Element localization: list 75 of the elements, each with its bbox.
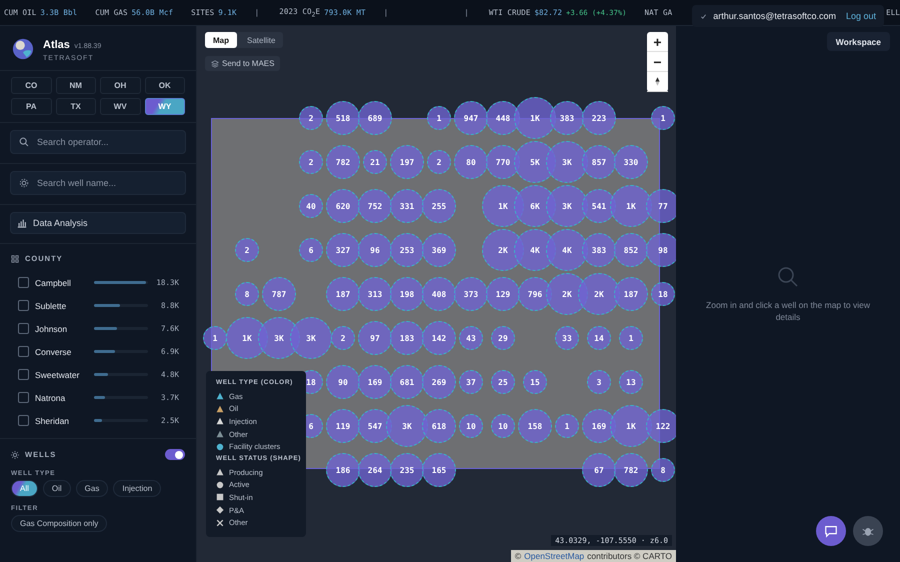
chat-icon bbox=[824, 524, 838, 538]
state-button[interactable]: NM bbox=[56, 77, 96, 94]
state-button[interactable]: WY bbox=[144, 98, 185, 115]
workspace-button[interactable]: Workspace bbox=[826, 32, 890, 51]
toggle-switch[interactable] bbox=[165, 449, 185, 460]
compass-icon bbox=[654, 76, 661, 87]
checkbox[interactable] bbox=[18, 346, 29, 357]
user-email: arthur.santos@tetrasoftco.com bbox=[713, 11, 836, 21]
globe-logo-icon bbox=[12, 38, 34, 60]
layers-icon bbox=[211, 60, 219, 68]
search-icon bbox=[776, 265, 800, 289]
cluster-marker[interactable]: 235 bbox=[390, 453, 424, 487]
cluster-marker[interactable]: 782 bbox=[614, 453, 648, 487]
well-type-chip[interactable]: Gas bbox=[76, 480, 108, 497]
grid-icon bbox=[11, 254, 19, 262]
search-icon bbox=[19, 137, 29, 147]
well-type-chip[interactable]: All bbox=[11, 480, 38, 497]
attribution-link[interactable]: OpenStreetMap bbox=[524, 551, 584, 561]
cluster-marker[interactable]: 1 bbox=[651, 106, 675, 130]
state-button[interactable]: OH bbox=[100, 77, 140, 94]
cluster-marker[interactable]: 165 bbox=[422, 453, 456, 487]
county-name: Sweetwater bbox=[35, 370, 80, 380]
cluster-marker[interactable]: 223 bbox=[582, 101, 616, 135]
sun-icon bbox=[11, 450, 19, 458]
cluster-marker[interactable]: 186 bbox=[326, 453, 360, 487]
state-button[interactable]: WV bbox=[100, 98, 140, 115]
county-name: Johnson bbox=[35, 324, 68, 334]
target-icon bbox=[19, 178, 29, 188]
checkbox[interactable] bbox=[18, 323, 29, 334]
checkbox[interactable] bbox=[18, 300, 29, 311]
search-field[interactable]: Search well name... bbox=[10, 171, 186, 195]
check-icon bbox=[700, 12, 708, 20]
checkbox[interactable] bbox=[18, 392, 29, 403]
map-type-tab[interactable]: Map bbox=[205, 32, 237, 48]
state-button[interactable]: CO bbox=[11, 77, 52, 94]
cluster-marker[interactable]: 2 bbox=[299, 106, 323, 130]
map-type-tab[interactable]: Satellite bbox=[239, 32, 284, 48]
attribution-text: contributors © CARTO bbox=[587, 551, 672, 561]
county-name: Sublette bbox=[35, 300, 68, 310]
county-name: Sheridan bbox=[35, 416, 70, 426]
cluster-marker[interactable]: 18 bbox=[651, 282, 675, 306]
data-analysis-button[interactable]: Data Analysis bbox=[10, 212, 186, 234]
county-name: Converse bbox=[35, 346, 72, 356]
app-name: Atlas bbox=[43, 39, 70, 51]
cluster-marker[interactable]: 689 bbox=[358, 101, 392, 135]
map[interactable] bbox=[197, 26, 676, 562]
county-name: Natrona bbox=[35, 392, 66, 402]
cluster-marker[interactable]: 1 bbox=[203, 326, 227, 350]
zoom-in-button[interactable]: + bbox=[647, 32, 668, 52]
checkbox[interactable] bbox=[18, 369, 29, 380]
state-button[interactable]: PA bbox=[11, 98, 52, 115]
well-type-chip[interactable]: Injection bbox=[113, 480, 162, 497]
empty-state-text: Zoom in and click a well on the map to view details bbox=[705, 299, 871, 323]
cluster-marker[interactable]: 518 bbox=[326, 101, 360, 135]
logout-link[interactable]: Log out bbox=[846, 11, 876, 21]
well-type-chip[interactable]: Oil bbox=[42, 480, 71, 497]
county-name: Campbell bbox=[35, 278, 72, 288]
cluster-marker[interactable]: 77 bbox=[646, 189, 676, 223]
checkbox[interactable] bbox=[18, 277, 29, 288]
cluster-marker[interactable]: 1 bbox=[427, 106, 451, 130]
copyright-text: © bbox=[514, 551, 522, 561]
bar-chart-icon bbox=[17, 218, 27, 228]
filter-chip[interactable]: Gas Composition only bbox=[11, 515, 108, 532]
checkbox[interactable] bbox=[18, 415, 29, 426]
state-button[interactable]: OK bbox=[144, 77, 185, 94]
state-button[interactable]: TX bbox=[56, 98, 96, 115]
send-button[interactable]: Send to MAES bbox=[205, 56, 280, 71]
cluster-marker[interactable]: 383 bbox=[550, 101, 584, 135]
bug-button[interactable] bbox=[853, 516, 883, 546]
cluster-marker[interactable]: 947 bbox=[454, 101, 488, 135]
cluster-marker[interactable]: 264 bbox=[358, 453, 392, 487]
cluster-marker[interactable]: 8 bbox=[651, 458, 675, 482]
chat-button[interactable] bbox=[816, 516, 846, 546]
zoom-out-button[interactable]: − bbox=[647, 52, 668, 72]
search-field[interactable]: Search operator... bbox=[10, 130, 186, 154]
